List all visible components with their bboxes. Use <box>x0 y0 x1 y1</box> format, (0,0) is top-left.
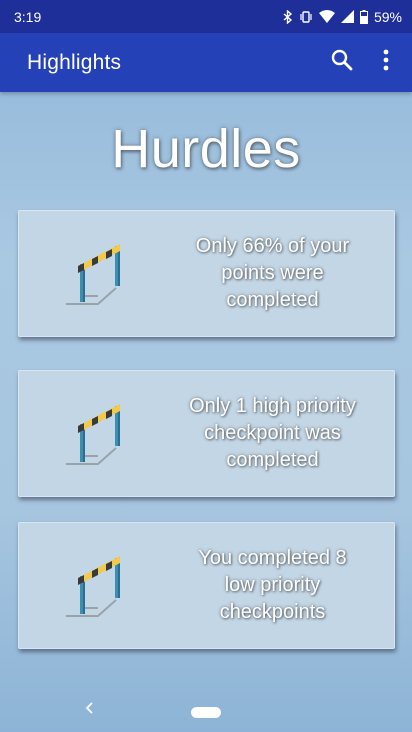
hurdle-icon <box>19 371 169 496</box>
search-button[interactable] <box>318 39 366 87</box>
battery-icon <box>359 9 368 24</box>
status-bar: 3:19 59% <box>0 0 412 33</box>
card-message: You completed 8 low priority checkpoints <box>169 545 394 626</box>
back-button[interactable] <box>84 700 100 720</box>
home-pill[interactable] <box>191 706 221 718</box>
bluetooth-icon <box>283 9 293 24</box>
hurdle-icon <box>19 211 169 336</box>
search-icon <box>330 48 354 77</box>
card-line: You completed 8 <box>198 547 347 569</box>
status-icons: 59% <box>283 9 402 25</box>
battery-percent: 59% <box>373 8 402 25</box>
card-message: Only 1 high priority checkpoint was comp… <box>169 393 394 474</box>
system-nav-bar <box>0 690 412 732</box>
highlight-card-high-priority[interactable]: Only 1 high priority checkpoint was comp… <box>18 370 395 497</box>
wifi-icon <box>318 10 335 23</box>
card-line: checkpoints <box>219 601 326 623</box>
card-message: Only 66% of your points were completed <box>169 233 394 314</box>
signal-icon <box>340 10 354 23</box>
vibrate-icon <box>299 10 313 24</box>
card-line: completed <box>226 449 319 471</box>
card-line: checkpoint was <box>204 422 341 444</box>
app-title: Highlights <box>27 50 122 74</box>
card-line: completed <box>226 289 319 311</box>
card-line: low priority <box>224 574 321 596</box>
highlight-card-points[interactable]: Only 66% of your points were completed <box>18 210 395 337</box>
card-line: Only 1 high priority <box>189 395 356 417</box>
page-heading: Hurdles <box>111 119 301 179</box>
card-line: points were <box>221 262 324 284</box>
back-icon <box>84 702 94 720</box>
status-time: 3:19 <box>14 8 42 25</box>
hurdle-icon <box>19 523 169 648</box>
card-line: Only 66% of your <box>195 235 350 257</box>
app-bar: Highlights <box>0 33 412 92</box>
more-vert-icon <box>383 49 389 76</box>
more-options-button[interactable] <box>366 39 406 87</box>
highlight-card-low-priority[interactable]: You completed 8 low priority checkpoints <box>18 522 395 649</box>
